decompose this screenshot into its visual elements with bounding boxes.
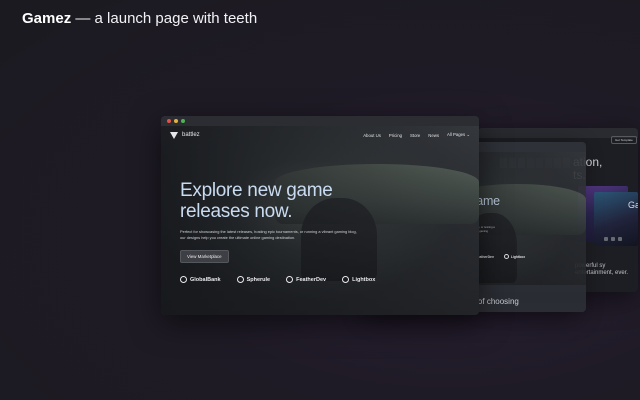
- hero-title: Explore new game releases now.: [180, 180, 358, 222]
- get-template-button[interactable]: Get Template: [611, 136, 637, 144]
- mockup-window-primary: battlez About Us Pricing Store News All …: [161, 116, 479, 315]
- hero-title-line1: Explore new game: [180, 180, 333, 201]
- partner-featherdev: FeatherDev: [286, 276, 326, 283]
- window-chrome: [161, 116, 479, 126]
- battlez-logo-icon: [170, 131, 178, 139]
- partner-lightbox: Lightbox: [503, 254, 526, 259]
- nav-links: About Us Pricing Store News All Pages ⌄: [363, 132, 470, 138]
- partner-name: FeatherDev: [296, 276, 327, 283]
- partner-lightbox: Lightbox: [342, 276, 375, 283]
- close-dot[interactable]: [167, 119, 171, 123]
- partner-globalbank: GlobalBank: [180, 276, 221, 283]
- minimize-dot[interactable]: [174, 119, 178, 123]
- partner-logo-icon: [180, 276, 187, 283]
- partner-name: Lightbox: [510, 254, 526, 259]
- hero-section: Explore new game releases now. Perfect f…: [180, 180, 358, 264]
- social-icon[interactable]: [604, 237, 608, 241]
- partner-logos: GlobalBank Spherule FeatherDev Lightbox: [180, 276, 375, 283]
- maximize-dot[interactable]: [181, 119, 185, 123]
- headline-tagline: — a launch page with teeth: [75, 10, 258, 27]
- partner-logo-icon: [342, 276, 350, 283]
- social-icon[interactable]: [618, 237, 622, 241]
- social-icon[interactable]: [611, 237, 615, 241]
- hero-description: Perfect for showcasing the latest releas…: [180, 229, 357, 240]
- partner-logo-icon: [236, 276, 244, 283]
- nav-store[interactable]: Store: [410, 133, 420, 138]
- nav-news[interactable]: News: [428, 133, 439, 138]
- partner-logo-icon: [503, 254, 509, 259]
- site-navbar: battlez About Us Pricing Store News All …: [161, 126, 479, 144]
- game-card-title: Ga: [628, 200, 638, 210]
- headline-brand: Gamez: [22, 10, 72, 27]
- partner-name: Spherule: [246, 276, 271, 283]
- nav-pricing[interactable]: Pricing: [389, 133, 402, 138]
- social-icon-row: [604, 237, 622, 241]
- site-logo[interactable]: battlez: [170, 131, 200, 139]
- page-headline: Gamez — a launch page with teeth: [22, 10, 257, 27]
- partner-name: GlobalBank: [190, 276, 221, 283]
- partner-logo-icon: [286, 276, 294, 283]
- view-marketplace-button[interactable]: View Marketplace: [180, 250, 229, 264]
- partner-name: Lightbox: [352, 276, 376, 283]
- partner-spherule: Spherule: [236, 276, 271, 283]
- logo-text: battlez: [182, 132, 200, 138]
- nav-about-us[interactable]: About Us: [363, 133, 381, 138]
- hero-title-line2: releases now.: [180, 201, 293, 222]
- nav-all-pages[interactable]: All Pages ⌄: [447, 132, 470, 138]
